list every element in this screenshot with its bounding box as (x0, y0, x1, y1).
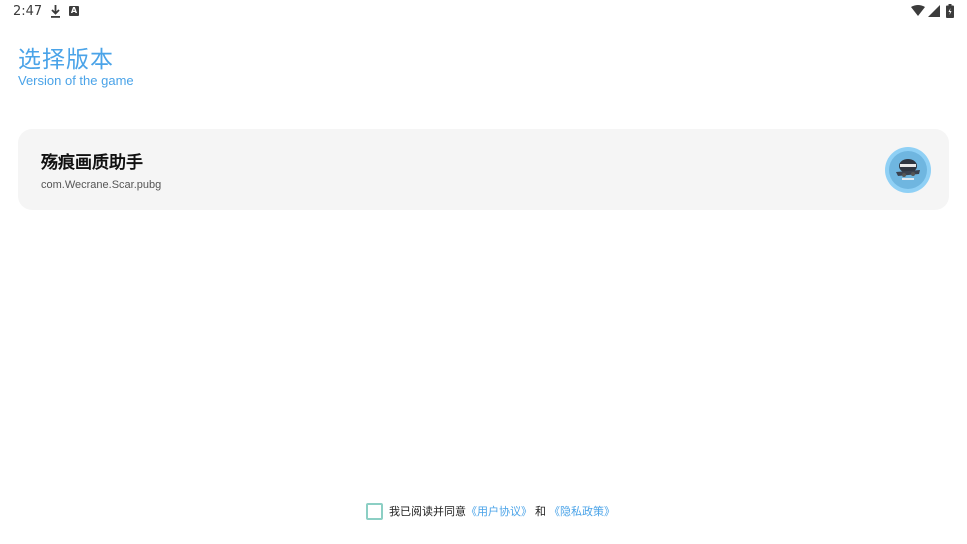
wifi-icon (911, 5, 925, 16)
screen: 2:47 A 选择版本 Version of the game 殇痕画质助手 c… (0, 0, 967, 544)
app-package: com.Wecrane.Scar.pubg (41, 179, 162, 191)
app-name: 殇痕画质助手 (41, 153, 143, 173)
privacy-policy-link[interactable]: 《隐私政策》 (549, 503, 615, 519)
battery-icon (946, 4, 954, 18)
agreement-conjunction: 和 (535, 505, 546, 518)
agreement-prefix: 我已阅读并同意 (389, 505, 466, 518)
version-card[interactable]: 殇痕画质助手 com.Wecrane.Scar.pubg (18, 129, 949, 210)
page-title: 选择版本 (18, 47, 114, 73)
user-agreement-link[interactable]: 《用户协议》 (466, 503, 532, 519)
status-bar: 2:47 A (0, 0, 967, 24)
a-icon: A (69, 6, 79, 16)
app-icon (885, 147, 931, 193)
signal-icon (928, 5, 940, 17)
agreement: 我已阅读并同意 《用户协议》 和 《隐私政策》 (366, 502, 615, 520)
page-subtitle: Version of the game (18, 73, 134, 88)
download-icon (51, 5, 60, 18)
agree-checkbox[interactable] (366, 502, 383, 520)
status-time: 2:47 (13, 4, 43, 19)
